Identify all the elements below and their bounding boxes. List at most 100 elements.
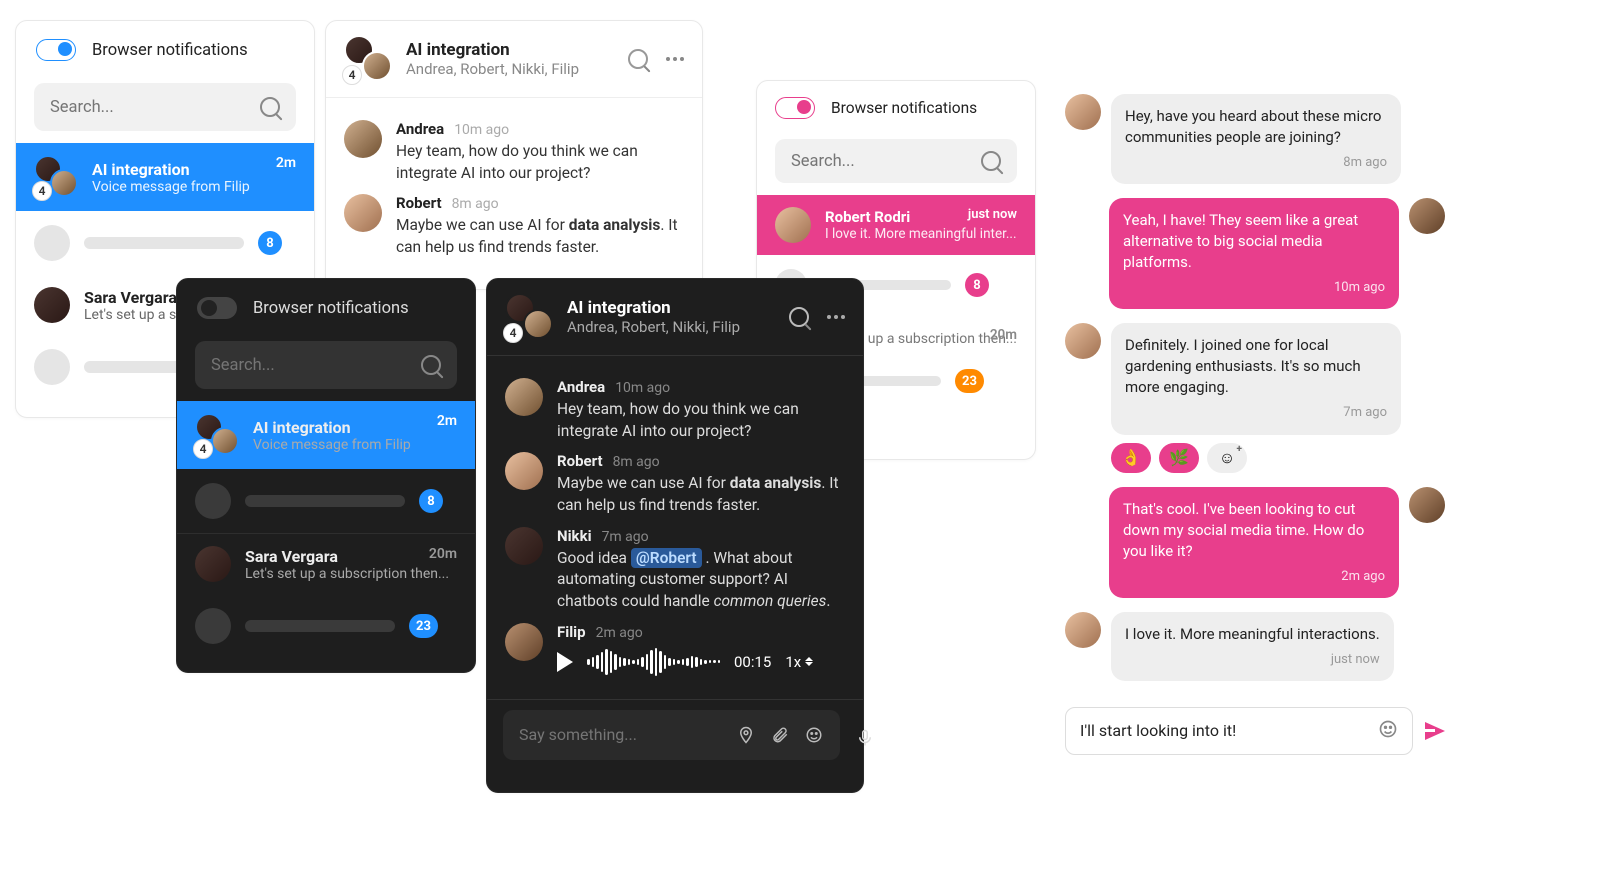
- message-bubble: Hey, have you heard about these micro co…: [1111, 94, 1401, 184]
- unread-badge: 8: [965, 273, 989, 297]
- avatar: [1065, 94, 1101, 130]
- avatar-placeholder: [34, 225, 70, 261]
- search-icon: [421, 355, 441, 375]
- search-icon[interactable]: [628, 49, 648, 69]
- conversation-title: Sara Vergara: [245, 547, 457, 566]
- composer-row: I'll start looking into it!: [1065, 707, 1445, 755]
- message-text: Maybe we can use AI for data analysis. I…: [396, 215, 684, 258]
- search-box[interactable]: [34, 83, 296, 131]
- waveform[interactable]: [587, 647, 720, 677]
- conversation-subtitle: Voice message from Filip: [253, 437, 457, 453]
- message-item: Robert8m ago Maybe we can use AI for dat…: [505, 452, 845, 516]
- emoji-icon[interactable]: [804, 725, 824, 745]
- composer-input[interactable]: [519, 725, 722, 744]
- message-time: 8m ago: [452, 196, 499, 212]
- chat-header: 4 AI integration Andrea, Robert, Nikki, …: [487, 279, 863, 356]
- send-icon[interactable]: [1425, 722, 1445, 740]
- search-box[interactable]: [195, 341, 457, 389]
- voice-duration: 00:15: [734, 653, 771, 671]
- group-avatar: 4: [344, 35, 392, 83]
- more-icon[interactable]: [827, 315, 845, 319]
- avatar: [505, 378, 543, 416]
- message-outgoing: Yeah, I have! They seem like a great alt…: [1065, 198, 1445, 309]
- group-count-badge: 4: [342, 65, 362, 85]
- composer[interactable]: I'll start looking into it!: [1065, 707, 1413, 755]
- search-box[interactable]: [775, 139, 1017, 183]
- group-count-badge: 4: [503, 323, 523, 343]
- message-item: Andrea10m ago Hey team, how do you think…: [505, 378, 845, 442]
- message-bubble: That's cool. I've been looking to cut do…: [1109, 487, 1399, 598]
- conversation-item[interactable]: Sara Vergara Let's set up a subscription…: [177, 533, 475, 594]
- conversation-item-active[interactable]: 4 AI integration Voice message from Fili…: [177, 401, 475, 469]
- conversation-item-active[interactable]: Robert Rodri I love it. More meaningful …: [757, 195, 1035, 255]
- conversation-time: 20m: [429, 546, 457, 562]
- avatar: [195, 546, 231, 582]
- bubble-time: just now: [1125, 651, 1380, 669]
- group-count-badge: 4: [32, 181, 52, 201]
- message-item: Andrea10m ago Hey team, how do you think…: [344, 120, 684, 184]
- search-input[interactable]: [50, 98, 234, 117]
- bubble-time: 2m ago: [1123, 568, 1385, 586]
- conversation-placeholder: 8: [177, 469, 475, 533]
- attachment-icon[interactable]: [770, 725, 790, 745]
- search-input[interactable]: [791, 152, 959, 171]
- search-input[interactable]: [211, 356, 395, 375]
- group-avatar: 4: [34, 155, 78, 199]
- text-placeholder: [245, 620, 395, 632]
- chat-participants: Andrea, Robert, Nikki, Filip: [406, 60, 614, 78]
- voice-speed[interactable]: 1x: [785, 653, 813, 671]
- message-text: Hey team, how do you think we can integr…: [396, 141, 684, 184]
- location-icon[interactable]: [736, 725, 756, 745]
- conversation-time: 20m: [990, 327, 1017, 343]
- chat-participants: Andrea, Robert, Nikki, Filip: [567, 318, 775, 336]
- avatar: [1065, 323, 1101, 359]
- emoji-icon[interactable]: [1378, 719, 1398, 743]
- message-incoming: Definitely. I joined one for local garde…: [1065, 323, 1445, 472]
- bubble-time: 7m ago: [1125, 404, 1387, 422]
- mention[interactable]: @Robert: [631, 548, 702, 568]
- bubble-text: Hey, have you heard about these micro co…: [1125, 106, 1387, 148]
- notifications-label: Browser notifications: [92, 41, 248, 60]
- group-count-badge: 4: [193, 439, 213, 459]
- message-bubble: Yeah, I have! They seem like a great alt…: [1109, 198, 1399, 309]
- notifications-toggle[interactable]: [197, 297, 237, 319]
- notifications-toggle[interactable]: [36, 39, 76, 61]
- avatar: [1065, 612, 1101, 648]
- avatar: [344, 194, 382, 232]
- conversation-subtitle: Let's set up a subscription then...: [245, 566, 457, 582]
- chevron-updown-icon: [805, 657, 813, 666]
- microphone-icon[interactable]: [856, 713, 874, 763]
- bubble-text: Definitely. I joined one for local garde…: [1125, 335, 1387, 398]
- notifications-label: Browser notifications: [253, 299, 409, 318]
- conversation-subtitle: I love it. More meaningful inter...: [825, 226, 1017, 242]
- message-bubble: Definitely. I joined one for local garde…: [1111, 323, 1401, 434]
- avatar: [505, 452, 543, 490]
- bubble-text: Yeah, I have! They seem like a great alt…: [1123, 210, 1385, 273]
- conversation-subtitle: Voice message from Filip: [92, 179, 296, 195]
- message-author: Robert: [557, 452, 603, 470]
- avatar: [1409, 487, 1445, 523]
- reaction-add[interactable]: ☺: [1207, 443, 1247, 473]
- reaction-plant[interactable]: 🌿: [1159, 443, 1199, 473]
- avatar-placeholder: [195, 483, 231, 519]
- message-author: Nikki: [557, 527, 592, 545]
- avatar-placeholder: [195, 608, 231, 644]
- chat-title: AI integration: [406, 40, 614, 60]
- search-icon[interactable]: [789, 307, 809, 327]
- avatar: [344, 120, 382, 158]
- dark-chat-panel: 4 AI integration Andrea, Robert, Nikki, …: [486, 278, 864, 793]
- message-time: 10m ago: [454, 122, 509, 138]
- play-icon[interactable]: [557, 652, 573, 672]
- more-icon[interactable]: [666, 57, 684, 61]
- composer[interactable]: [503, 710, 840, 760]
- notifications-toggle[interactable]: [775, 97, 815, 119]
- notifications-label: Browser notifications: [831, 99, 977, 117]
- bubble-time: 10m ago: [1123, 279, 1385, 297]
- conversation-time: 2m: [437, 413, 457, 429]
- reactions: 👌 🌿 ☺: [1111, 443, 1401, 473]
- light-chat-panel: 4 AI integration Andrea, Robert, Nikki, …: [325, 20, 703, 290]
- message-text: Hey team, how do you think we can integr…: [557, 399, 845, 442]
- conversation-placeholder: 23: [177, 594, 475, 658]
- reaction-ok[interactable]: 👌: [1111, 443, 1151, 473]
- conversation-item-active[interactable]: 4 AI integration Voice message from Fili…: [16, 143, 314, 211]
